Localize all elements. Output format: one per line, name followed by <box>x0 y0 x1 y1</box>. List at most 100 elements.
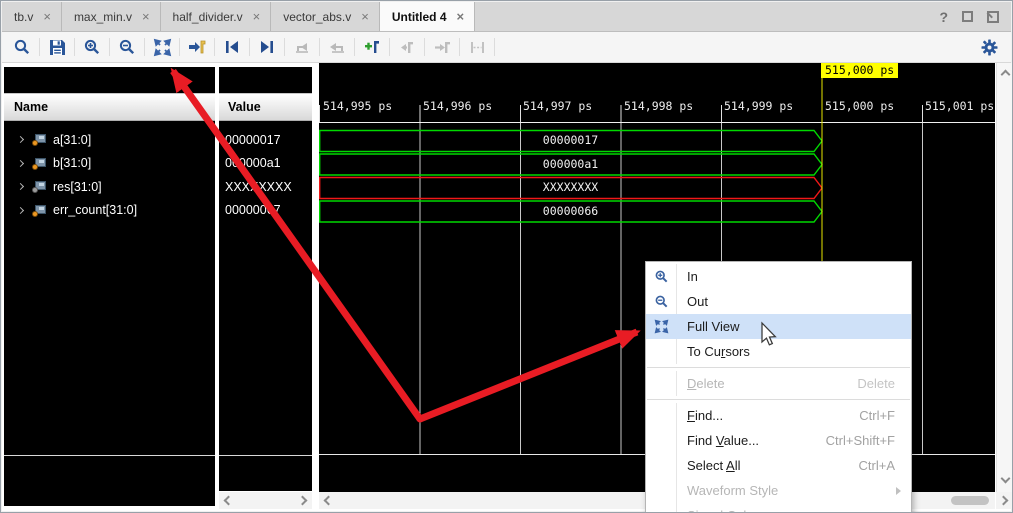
previous-transition-button[interactable] <box>220 35 244 59</box>
zoom-in-icon <box>83 38 101 56</box>
menu-item-out[interactable]: Out <box>646 289 911 314</box>
menu-item-full-view[interactable]: Full View <box>646 314 911 339</box>
toolbar-separator <box>109 38 110 56</box>
toolbar-separator <box>319 38 320 56</box>
menu-item-waveform-style: Waveform Style <box>646 478 911 503</box>
menu-item-find-value[interactable]: Find Value... Ctrl+Shift+F <box>646 428 911 453</box>
toolbar-separator <box>494 38 495 56</box>
zoom-in-button[interactable] <box>80 35 104 59</box>
tab-half-divider-v[interactable]: half_divider.v × <box>161 2 272 31</box>
add-marker-icon <box>364 39 381 55</box>
menu-item-find[interactable]: Find... Ctrl+F <box>646 403 911 428</box>
scroll-left-icon[interactable] <box>324 496 334 506</box>
value-cell[interactable]: 00000067 <box>219 199 312 222</box>
toolbar-separator <box>459 38 460 56</box>
swap-cursors-button[interactable] <box>465 35 489 59</box>
full-view-icon <box>153 38 172 57</box>
tab-label: half_divider.v <box>173 10 243 24</box>
scroll-right-icon[interactable] <box>999 496 1009 506</box>
close-icon[interactable]: × <box>457 10 465 23</box>
wave-toolbar <box>2 32 1011 63</box>
cursor-time-flag[interactable]: 515,000 ps <box>821 63 898 78</box>
maximize-icon[interactable] <box>962 11 973 22</box>
chevron-right-icon[interactable] <box>17 206 24 213</box>
value-panel-hscrollbar[interactable] <box>219 492 312 509</box>
chevron-right-icon[interactable] <box>17 183 24 190</box>
value-text: 000000a1 <box>225 156 281 170</box>
scroll-left-icon[interactable] <box>224 496 234 506</box>
bus-signal-icon <box>32 158 46 169</box>
bus-signal-icon <box>32 181 46 192</box>
axis-tick-label: 514,995 ps <box>323 99 392 113</box>
signal-row-err-count[interactable]: err_count[31:0] <box>4 199 215 222</box>
toolbar-separator <box>424 38 425 56</box>
full-view-button[interactable] <box>150 35 174 59</box>
signal-name: a[31:0] <box>53 133 91 147</box>
settings-button[interactable] <box>977 35 1001 59</box>
next-marker-icon <box>434 40 451 55</box>
value-cell[interactable]: 000000a1 <box>219 152 312 175</box>
menu-item-select-all[interactable]: Select All Ctrl+A <box>646 453 911 478</box>
value-cell[interactable]: 00000017 <box>219 128 312 151</box>
next-transition-button[interactable] <box>255 35 279 59</box>
zoom-out-icon <box>118 38 136 56</box>
go-to-time-zero-button[interactable] <box>290 35 314 59</box>
signal-value-panel: Value 00000017 000000a1 XXXXXXXX 0000006… <box>219 67 312 491</box>
save-button[interactable] <box>45 35 69 59</box>
go-to-last-time-icon <box>329 40 346 55</box>
signal-name: b[31:0] <box>53 156 91 170</box>
chevron-right-icon[interactable] <box>17 159 24 166</box>
toolbar-separator <box>214 38 215 56</box>
scrollbar-thumb[interactable] <box>951 496 989 505</box>
toolbar-separator <box>39 38 40 56</box>
scroll-down-icon[interactable] <box>1001 474 1011 484</box>
vivado-waveform-window: tb.v × max_min.v × half_divider.v × vect… <box>0 0 1013 513</box>
axis-tick-label: 515,001 ps <box>925 99 994 113</box>
tab-vector-abs-v[interactable]: vector_abs.v × <box>271 2 380 31</box>
tab-label: Untitled 4 <box>392 10 447 24</box>
value-header-label: Value <box>228 100 261 114</box>
float-icon[interactable] <box>987 11 999 23</box>
shortcut-label: Ctrl+A <box>859 458 911 473</box>
toolbar-separator <box>389 38 390 56</box>
signal-row-a[interactable]: a[31:0] <box>4 128 215 151</box>
scroll-right-icon[interactable] <box>298 496 308 506</box>
menu-separator <box>647 367 910 368</box>
menu-item-to-cursors[interactable]: To Cursors <box>646 339 911 364</box>
panel-divider <box>219 455 312 456</box>
previous-marker-button[interactable] <box>395 35 419 59</box>
scrollbar-corner[interactable] <box>996 492 1013 509</box>
axis-tick-label: 515,000 ps <box>825 99 894 113</box>
scroll-up-icon[interactable] <box>1001 70 1011 80</box>
settings-gear-icon <box>981 39 998 56</box>
close-icon[interactable]: × <box>43 10 51 23</box>
menu-item-in[interactable]: In <box>646 264 911 289</box>
zoom-out-button[interactable] <box>115 35 139 59</box>
bus-signal-icon <box>32 134 46 145</box>
value-cell[interactable]: XXXXXXXX <box>219 175 312 198</box>
signal-row-res[interactable]: res[31:0] <box>4 175 215 198</box>
tab-tb-v[interactable]: tb.v × <box>2 2 62 31</box>
tab-max-min-v[interactable]: max_min.v × <box>62 2 161 31</box>
close-icon[interactable]: × <box>361 10 369 23</box>
help-icon[interactable]: ? <box>939 9 948 25</box>
signal-name-panel: Name a[31:0] b[31:0] res[31:0] err_count <box>4 67 215 506</box>
axis-tick-label: 514,997 ps <box>523 99 592 113</box>
close-icon[interactable]: × <box>142 10 150 23</box>
next-marker-button[interactable] <box>430 35 454 59</box>
axis-tick-label: 514,998 ps <box>624 99 693 113</box>
close-icon[interactable]: × <box>253 10 261 23</box>
chevron-right-icon[interactable] <box>17 136 24 143</box>
go-to-time-cursor-button[interactable] <box>185 35 209 59</box>
submenu-arrow-icon <box>896 487 901 495</box>
search-button[interactable] <box>10 35 34 59</box>
value-column-header: Value <box>219 93 312 121</box>
go-to-time-zero-icon <box>294 40 311 55</box>
add-marker-button[interactable] <box>360 35 384 59</box>
name-header-label: Name <box>14 100 48 114</box>
go-to-last-time-button[interactable] <box>325 35 349 59</box>
zoom-out-icon <box>646 289 676 314</box>
signal-row-b[interactable]: b[31:0] <box>4 152 215 175</box>
vertical-scrollbar[interactable] <box>996 63 1013 492</box>
tab-untitled-4[interactable]: Untitled 4 × <box>380 2 475 31</box>
